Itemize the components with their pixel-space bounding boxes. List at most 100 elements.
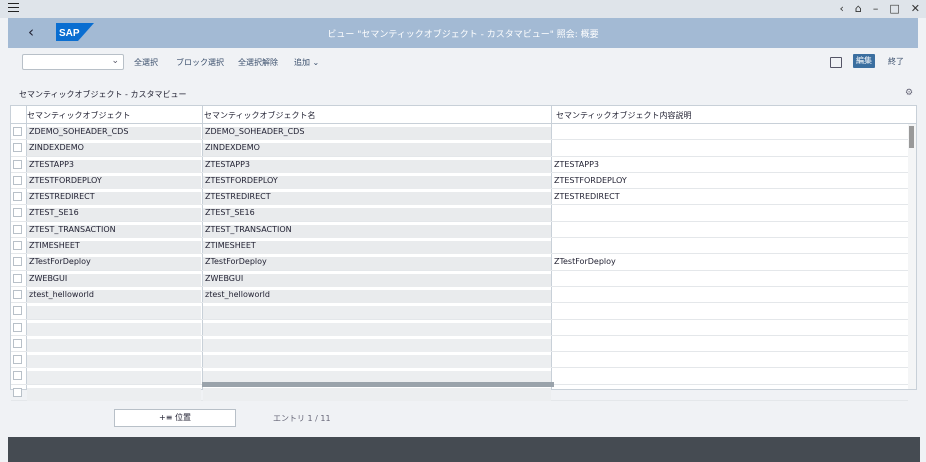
edit-button[interactable]: 編集 bbox=[853, 54, 875, 68]
cell-name[interactable]: ZDEMO_SOHEADER_CDS bbox=[203, 127, 551, 140]
system-bar: ‹ ⌂ – □ ✕ bbox=[0, 0, 926, 18]
row-select-checkbox[interactable] bbox=[13, 159, 22, 169]
row-select-checkbox[interactable] bbox=[13, 127, 22, 136]
print-icon[interactable] bbox=[830, 57, 842, 68]
back-icon[interactable]: ‹ bbox=[839, 2, 843, 15]
app-icon[interactable]: ⌂ bbox=[855, 2, 862, 15]
section-title: セマンティックオブジェクト - カスタマビュー bbox=[19, 90, 187, 99]
table-row[interactable]: ZTESTFORDEPLOY ZTESTFORDEPLOY ZTESTFORDEPL… bbox=[11, 173, 908, 190]
cell-description-text: ZTestForDeploy bbox=[554, 257, 616, 267]
cell-name[interactable]: ZINDEXDEMO bbox=[203, 143, 551, 157]
cell-object[interactable]: ZDEMO_SOHEADER_CDS bbox=[27, 127, 201, 140]
minimize-icon[interactable]: – bbox=[873, 2, 879, 15]
table-row[interactable]: ztest_helloworld ztest_helloworld bbox=[11, 287, 908, 304]
select-all-button[interactable]: 全選択 bbox=[134, 57, 158, 68]
settings-icon[interactable]: ⚙ bbox=[905, 88, 913, 98]
scroll-thumb[interactable] bbox=[909, 126, 914, 148]
position-button[interactable]: +≡ 位置 bbox=[114, 409, 236, 427]
cell-name[interactable] bbox=[203, 387, 551, 401]
close-icon[interactable]: ✕ bbox=[911, 2, 920, 15]
cell-name[interactable] bbox=[203, 355, 551, 369]
cell-object[interactable]: ZTESTFORDEPLOY bbox=[27, 175, 201, 189]
table-row[interactable]: ZTestForDeploy ZTestForDeploy ZTestForDepl… bbox=[11, 254, 908, 271]
cell-object[interactable]: ZTestForDeploy bbox=[27, 257, 201, 271]
cell-name[interactable]: ZTESTREDIRECT bbox=[203, 192, 551, 206]
cell-name[interactable]: ztest_helloworld bbox=[203, 289, 551, 303]
cell-object[interactable] bbox=[27, 371, 201, 385]
row-select-checkbox[interactable] bbox=[13, 289, 22, 299]
cell-object[interactable]: ZTESTAPP3 bbox=[27, 159, 201, 173]
cell-object[interactable]: ZWEBGUI bbox=[27, 273, 201, 287]
row-select-checkbox[interactable] bbox=[13, 257, 22, 267]
row-select-checkbox[interactable] bbox=[13, 143, 22, 153]
row-select-checkbox[interactable] bbox=[13, 224, 22, 234]
cell-name[interactable]: ZTEST_SE16 bbox=[203, 208, 551, 222]
row-select-checkbox[interactable] bbox=[13, 387, 22, 397]
cell-object[interactable] bbox=[27, 338, 201, 352]
cell-name-text: ZTIMESHEET bbox=[205, 241, 256, 251]
cell-name[interactable]: ZTestForDeploy bbox=[203, 257, 551, 271]
row-select-checkbox[interactable] bbox=[13, 192, 22, 202]
cell-object[interactable]: ZTEST_SE16 bbox=[27, 208, 201, 222]
cell-name-text: ztest_helloworld bbox=[205, 289, 270, 299]
row-select-checkbox[interactable] bbox=[13, 273, 22, 283]
exit-button[interactable]: 終了 bbox=[888, 56, 904, 67]
cell-object[interactable]: ztest_helloworld bbox=[27, 289, 201, 303]
empty-table-row[interactable] bbox=[11, 336, 908, 353]
table-body: ZDEMO_SOHEADER_CDS ZDEMO_SOHEADER_CDS ZIND… bbox=[11, 124, 908, 402]
row-select-checkbox[interactable] bbox=[13, 338, 22, 348]
col-header-description[interactable]: セマンティックオブジェクト内容説明 bbox=[556, 110, 692, 121]
row-select-checkbox[interactable] bbox=[13, 306, 22, 316]
cell-object[interactable]: ZTESTREDIRECT bbox=[27, 192, 201, 206]
cell-object[interactable] bbox=[27, 387, 201, 401]
cell-name-text: ZTESTAPP3 bbox=[205, 159, 250, 169]
table-row[interactable]: ZTIMESHEET ZTIMESHEET bbox=[11, 238, 908, 255]
col-header-object[interactable]: セマンティックオブジェクト bbox=[27, 110, 131, 121]
cell-object[interactable]: ZTEST_TRANSACTION bbox=[27, 224, 201, 238]
cell-name-text: ZDEMO_SOHEADER_CDS bbox=[205, 127, 305, 136]
cell-name[interactable] bbox=[203, 338, 551, 352]
cell-object[interactable] bbox=[27, 355, 201, 369]
cell-object[interactable]: ZTIMESHEET bbox=[27, 241, 201, 255]
cell-object[interactable] bbox=[27, 322, 201, 336]
cell-object[interactable] bbox=[27, 306, 201, 320]
row-select-checkbox[interactable] bbox=[13, 208, 22, 218]
empty-table-row[interactable] bbox=[11, 320, 908, 336]
cell-name[interactable] bbox=[203, 322, 551, 336]
row-select-checkbox[interactable] bbox=[13, 355, 22, 365]
cell-name[interactable]: ZTEST_TRANSACTION bbox=[203, 224, 551, 238]
cell-name-text: ZTestForDeploy bbox=[205, 257, 267, 267]
cell-name[interactable]: ZTESTAPP3 bbox=[203, 159, 551, 173]
add-menu-button[interactable]: 追加 ⌄ bbox=[294, 57, 319, 68]
row-select-checkbox[interactable] bbox=[13, 175, 22, 185]
cell-object-text: ZTIMESHEET bbox=[29, 241, 80, 251]
table-row[interactable]: ZTESTREDIRECT ZTESTREDIRECT ZTESTREDIRECT bbox=[11, 189, 908, 206]
empty-table-row[interactable] bbox=[11, 352, 908, 369]
cell-name[interactable]: ZTESTFORDEPLOY bbox=[203, 175, 551, 189]
cell-name[interactable] bbox=[203, 306, 551, 320]
block-select-button[interactable]: ブロック選択 bbox=[176, 57, 224, 68]
menu-icon[interactable] bbox=[8, 3, 19, 12]
col-header-name[interactable]: セマンティックオブジェクト名 bbox=[204, 110, 316, 121]
table-row[interactable]: ZINDEXDEMO ZINDEXDEMO bbox=[11, 140, 908, 157]
chevron-down-icon: ⌄ bbox=[312, 58, 320, 67]
cell-name[interactable]: ZWEBGUI bbox=[203, 273, 551, 287]
cell-object[interactable]: ZINDEXDEMO bbox=[27, 143, 201, 157]
horizontal-scrollbar[interactable] bbox=[202, 382, 554, 387]
row-select-checkbox[interactable] bbox=[13, 371, 22, 381]
table-row[interactable]: ZTESTAPP3 ZTESTAPP3 ZTESTAPP3 bbox=[11, 157, 908, 173]
table-row[interactable]: ZTEST_SE16 ZTEST_SE16 bbox=[11, 205, 908, 222]
row-select-checkbox[interactable] bbox=[13, 241, 22, 251]
empty-table-row[interactable] bbox=[11, 385, 908, 402]
empty-table-row[interactable] bbox=[11, 303, 908, 320]
maximize-icon[interactable]: □ bbox=[889, 2, 899, 15]
row-select-checkbox[interactable] bbox=[13, 322, 22, 332]
cell-name-text: ZTEST_SE16 bbox=[205, 208, 255, 218]
table-row[interactable]: ZTEST_TRANSACTION ZTEST_TRANSACTION bbox=[11, 222, 908, 239]
vertical-scrollbar[interactable] bbox=[908, 124, 916, 389]
table-row[interactable]: ZWEBGUI ZWEBGUI bbox=[11, 271, 908, 287]
action-dropdown[interactable]: ⌄ bbox=[22, 54, 124, 70]
table-row[interactable]: ZDEMO_SOHEADER_CDS ZDEMO_SOHEADER_CDS bbox=[11, 124, 908, 141]
cell-name[interactable]: ZTIMESHEET bbox=[203, 241, 551, 255]
deselect-all-button[interactable]: 全選択解除 bbox=[238, 57, 278, 68]
